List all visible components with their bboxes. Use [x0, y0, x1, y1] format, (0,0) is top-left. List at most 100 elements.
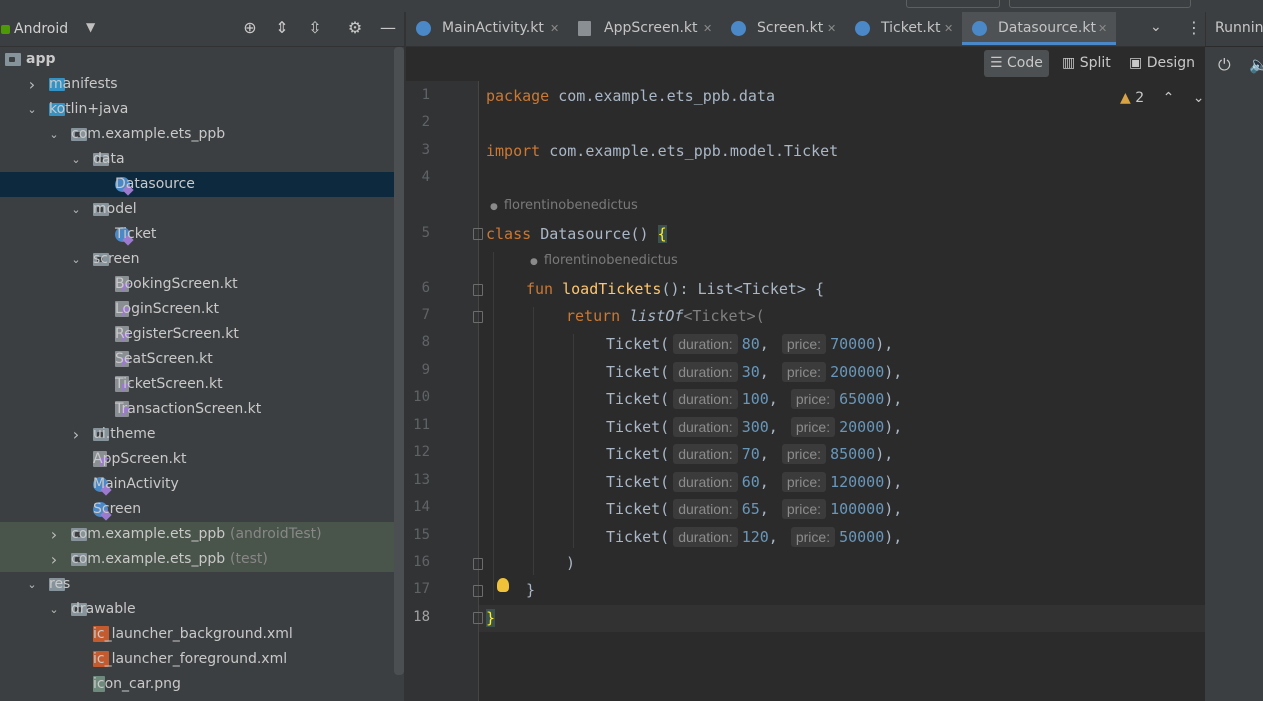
code-line-class[interactable]: class Datasource() {: [486, 225, 667, 243]
line-number[interactable]: 15: [406, 527, 430, 543]
line-number[interactable]: 11: [406, 417, 430, 433]
tree-item[interactable]: ⌄ res: [0, 572, 404, 597]
fold-marker[interactable]: [473, 585, 483, 597]
code-line-ticket[interactable]: Ticket(duration: 30, price: 200000),: [606, 361, 902, 382]
chevron-right-icon[interactable]: ›: [70, 422, 82, 447]
volume-icon[interactable]: 🔈: [1249, 55, 1263, 74]
line-number[interactable]: 8: [406, 334, 430, 350]
code-line-fun[interactable]: fun loadTickets(): List<Ticket> {: [526, 280, 824, 298]
code-line-ticket[interactable]: Ticket(duration: 70, price: 85000),: [606, 444, 893, 464]
code-mode-button[interactable]: ☰ Code: [984, 50, 1049, 77]
tree-item[interactable]: ⌄ kotlin+java: [0, 97, 404, 122]
chevron-right-icon[interactable]: ›: [48, 547, 60, 572]
run-configuration-button[interactable]: [1009, 0, 1191, 8]
editor-tab[interactable]: MainActivity.kt ✕: [406, 12, 568, 45]
chevron-down-icon[interactable]: ⌄: [1150, 19, 1162, 35]
device-selector-button[interactable]: [906, 0, 1000, 8]
tree-item[interactable]: SeatScreen.kt: [0, 347, 404, 372]
lightbulb-icon[interactable]: [497, 578, 509, 592]
tree-item[interactable]: icon_car.png: [0, 672, 404, 697]
code-line-ticket[interactable]: Ticket(duration: 100, price: 65000),: [606, 389, 902, 409]
project-view-selector[interactable]: Android: [14, 21, 68, 37]
chevron-down-icon[interactable]: ⌄: [48, 122, 60, 147]
code-line-package[interactable]: package com.example.ets_ppb.data: [486, 87, 775, 105]
fold-marker[interactable]: [473, 311, 483, 323]
code-line-ticket[interactable]: Ticket(duration: 120, price: 50000),: [606, 526, 902, 547]
editor-tab[interactable]: Datasource.kt ✕: [962, 12, 1116, 45]
tree-item[interactable]: MainActivity: [0, 472, 404, 497]
code-line-ticket[interactable]: Ticket(duration: 80, price: 70000),: [606, 334, 893, 354]
chevron-right-icon[interactable]: ›: [26, 72, 38, 97]
tree-item[interactable]: ⌄ model: [0, 197, 404, 222]
line-number[interactable]: 16: [406, 554, 430, 570]
tree-item[interactable]: Ticket: [0, 222, 404, 247]
chevron-down-icon[interactable]: ⌄: [70, 247, 82, 272]
design-mode-button[interactable]: ▣ Design: [1123, 50, 1201, 77]
code-line-ticket[interactable]: Ticket(duration: 65, price: 100000),: [606, 499, 902, 519]
line-number[interactable]: 10: [406, 389, 430, 405]
tree-item[interactable]: BookingScreen.kt: [0, 272, 404, 297]
fold-marker[interactable]: [473, 284, 483, 296]
line-number[interactable]: 2: [406, 114, 430, 130]
editor-tab[interactable]: Screen.kt ✕: [721, 12, 845, 45]
chevron-down-icon[interactable]: ⌄: [48, 597, 60, 622]
minimize-icon[interactable]: —: [378, 18, 398, 38]
chevron-down-icon[interactable]: ⌄: [26, 572, 38, 597]
line-number[interactable]: 17: [406, 581, 430, 597]
tree-item[interactable]: ⌄ com.example.ets_ppb: [0, 122, 404, 147]
code-line-return[interactable]: return listOf<Ticket>(: [566, 307, 765, 325]
chevron-down-icon[interactable]: ⌄: [26, 97, 38, 122]
fold-marker[interactable]: [473, 558, 483, 570]
line-number[interactable]: 1: [406, 87, 430, 103]
close-icon[interactable]: ✕: [550, 12, 559, 45]
editor-tab[interactable]: Ticket.kt ✕: [845, 12, 962, 45]
chevron-down-icon[interactable]: ⌄: [70, 197, 82, 222]
collapse-all-icon[interactable]: ⇳: [305, 18, 325, 38]
tree-item[interactable]: ic_launcher_foreground.xml: [0, 647, 404, 672]
tree-item[interactable]: › manifests: [0, 72, 404, 97]
code-line-ticket[interactable]: Ticket(duration: 60, price: 120000),: [606, 471, 902, 492]
previous-highlight-icon[interactable]: ⌃: [1163, 90, 1175, 106]
gear-icon[interactable]: ⚙: [345, 18, 365, 38]
tree-item[interactable]: ic_launcher_background.xml: [0, 622, 404, 647]
code-author-hint[interactable]: florentinobenedictus: [490, 198, 638, 213]
line-number[interactable]: 14: [406, 499, 430, 515]
tree-item[interactable]: TicketScreen.kt: [0, 372, 404, 397]
tree-item[interactable]: app: [0, 47, 404, 72]
tree-item[interactable]: ⌄ screen: [0, 247, 404, 272]
split-mode-button[interactable]: ▥ Split: [1056, 50, 1117, 77]
close-icon[interactable]: ✕: [1098, 12, 1107, 45]
tree-item[interactable]: › ui.theme: [0, 422, 404, 447]
fold-marker[interactable]: [473, 612, 483, 624]
line-number[interactable]: 4: [406, 169, 430, 185]
line-number[interactable]: 5: [406, 225, 430, 241]
tree-item[interactable]: TransactionScreen.kt: [0, 397, 404, 422]
code-author-hint[interactable]: florentinobenedictus: [530, 253, 678, 268]
chevron-right-icon[interactable]: ›: [48, 522, 60, 547]
more-options-icon[interactable]: ⋮: [1186, 18, 1202, 37]
editor-tab[interactable]: AppScreen.kt ✕: [568, 12, 721, 45]
crosshair-icon[interactable]: ⊕: [240, 18, 260, 38]
chevron-down-icon[interactable]: ▼: [86, 20, 95, 34]
code-line-ticket[interactable]: Ticket(duration: 300, price: 20000),: [606, 416, 902, 437]
inspection-widget[interactable]: ▲ 2 ⌃ ⌄: [1120, 90, 1205, 106]
tree-item[interactable]: LoginScreen.kt: [0, 297, 404, 322]
tree-item[interactable]: ⌄ drawable: [0, 597, 404, 622]
next-highlight-icon[interactable]: ⌄: [1193, 90, 1205, 106]
code-line-close-fun[interactable]: }: [526, 581, 535, 599]
tree-item[interactable]: › com.example.ets_ppb (androidTest): [0, 522, 404, 547]
line-number[interactable]: 12: [406, 444, 430, 460]
line-number[interactable]: 13: [406, 472, 430, 488]
tree-item[interactable]: RegisterScreen.kt: [0, 322, 404, 347]
project-tree-scrollbar[interactable]: [394, 47, 404, 675]
tree-item[interactable]: ⌄ data: [0, 147, 404, 172]
code-line-close-paren[interactable]: ): [566, 554, 575, 572]
fold-marker[interactable]: [473, 228, 483, 240]
tree-item[interactable]: AppScreen.kt: [0, 447, 404, 472]
line-number[interactable]: 9: [406, 362, 430, 378]
code-line-close-class[interactable]: }: [486, 609, 496, 627]
line-number[interactable]: 7: [406, 307, 430, 323]
tree-item[interactable]: Datasource: [0, 172, 404, 197]
line-number[interactable]: 6: [406, 280, 430, 296]
line-number[interactable]: 3: [406, 142, 430, 158]
